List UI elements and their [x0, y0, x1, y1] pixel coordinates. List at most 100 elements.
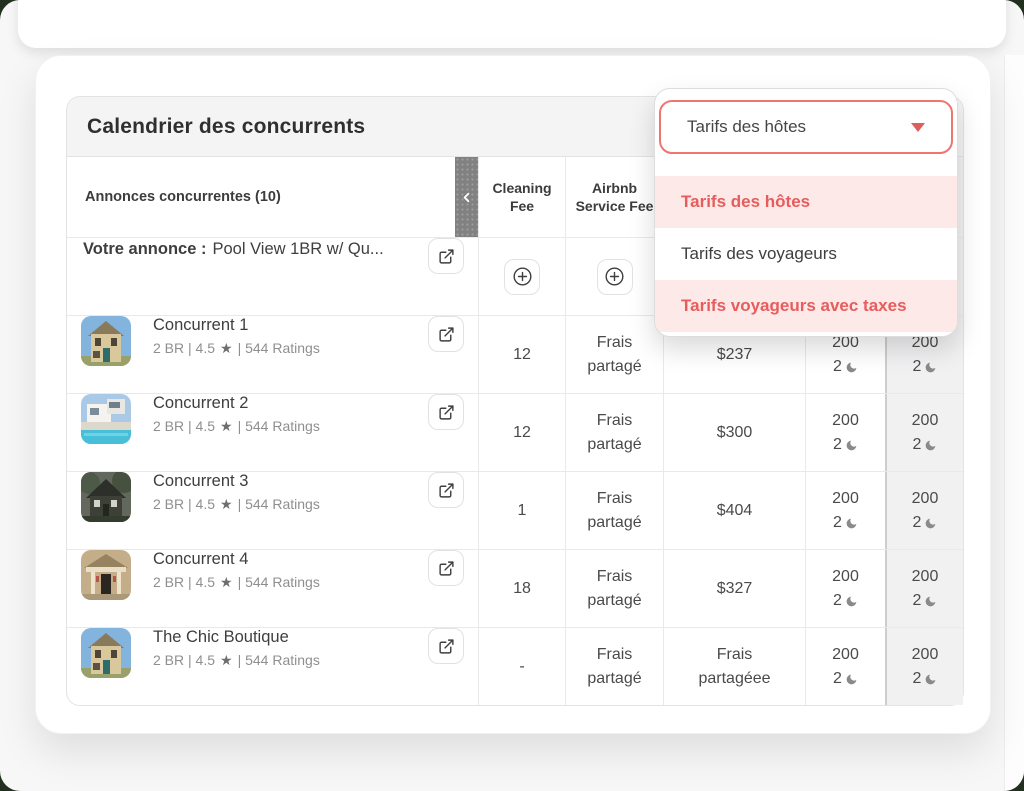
moon-icon: [924, 673, 937, 686]
your-listing-name: Pool View 1BR w/ Qu...: [212, 238, 383, 262]
service-fee-value: Frais partagé: [575, 409, 655, 455]
moon-icon: [924, 361, 937, 374]
listing-thumbnail-dark-cottage: [81, 472, 131, 522]
listing-meta: 2 BR | 4.5 ★ | 544 Ratings: [153, 416, 320, 436]
star-icon: ★: [220, 650, 233, 670]
external-link-icon: [438, 560, 455, 577]
table-row: Concurrent 4 2 BR | 4.5 ★ | 544 Ratings …: [67, 549, 963, 627]
dropdown-option-guest-rates[interactable]: Tarifs des voyageurs: [655, 228, 957, 280]
host-rate-cell: 200 2: [805, 550, 885, 627]
listing-cell: Concurrent 4 2 BR | 4.5 ★ | 544 Ratings: [67, 550, 478, 627]
price-value: $327: [663, 550, 805, 627]
listing-meta: 2 BR | 4.5 ★ | 544 Ratings: [153, 650, 320, 670]
rate-type-select-button[interactable]: Tarifs des hôtes: [659, 100, 953, 154]
right-card-edge: [1004, 55, 1024, 791]
add-service-fee-cell: [565, 238, 663, 315]
service-fee-value: Frais partagé: [575, 565, 655, 611]
add-cleaning-fee-cell: [478, 238, 565, 315]
star-icon: ★: [220, 572, 233, 592]
open-listing-button[interactable]: [428, 316, 464, 352]
external-link-icon: [438, 482, 455, 499]
external-link-icon: [438, 326, 455, 343]
open-listing-button[interactable]: [428, 472, 464, 508]
caret-down-icon: [911, 123, 925, 132]
host-rate-cell: 200 2: [805, 394, 885, 471]
star-icon: ★: [220, 338, 233, 358]
listing-thumbnail-porch: [81, 550, 131, 600]
listing-cell: The Chic Boutique 2 BR | 4.5 ★ | 544 Rat…: [67, 628, 478, 705]
plus-circle-icon: [512, 266, 533, 287]
page-title: Calendrier des concurrents: [87, 115, 365, 139]
cleaning-fee-value: 18: [478, 550, 565, 627]
your-listing-cell: Votre annonce : Pool View 1BR w/ Qu...: [67, 238, 478, 315]
price-value: $404: [663, 472, 805, 549]
total-rate-cell: 200 2: [885, 472, 963, 549]
col-header-cleaning-fee: Cleaning Fee: [478, 157, 565, 237]
top-card-edge: [18, 0, 1006, 48]
price-value: $300: [663, 394, 805, 471]
open-listing-button[interactable]: [428, 550, 464, 586]
star-icon: ★: [220, 416, 233, 436]
cleaning-fee-value: -: [478, 628, 565, 705]
service-fee-value: Frais partagé: [575, 643, 655, 689]
dropdown-option-host-rates[interactable]: Tarifs des hôtes: [655, 176, 957, 228]
host-rate-cell: 200 2: [805, 628, 885, 705]
external-link-icon: [438, 638, 455, 655]
cleaning-fee-value: 12: [478, 316, 565, 393]
cleaning-fee-value: 1: [478, 472, 565, 549]
listing-name: Concurrent 2: [153, 394, 320, 414]
listing-thumbnail-beige-house: [81, 316, 131, 366]
moon-icon: [924, 517, 937, 530]
listing-thumbnail-modern-pool: [81, 394, 131, 444]
moon-icon: [924, 439, 937, 452]
moon-icon: [845, 439, 858, 452]
rate-type-dropdown-menu: Tarifs des hôtes Tarifs des voyageurs Ta…: [655, 176, 957, 332]
moon-icon: [845, 673, 858, 686]
selected-rate-type: Tarifs des hôtes: [687, 117, 806, 137]
your-listing-label: Votre annonce :: [83, 238, 206, 262]
service-fee-value: Frais partagé: [575, 487, 655, 533]
open-your-listing-button[interactable]: [428, 238, 464, 274]
chevron-left-icon: [459, 190, 474, 205]
open-listing-button[interactable]: [428, 628, 464, 664]
dropdown-option-guest-rates-taxes[interactable]: Tarifs voyageurs avec taxes: [655, 280, 957, 332]
add-cleaning-fee-button[interactable]: [504, 259, 540, 295]
listing-name: The Chic Boutique: [153, 628, 320, 648]
listing-thumbnail-beige-house: [81, 628, 131, 678]
moon-icon: [924, 595, 937, 608]
cleaning-fee-value: 12: [478, 394, 565, 471]
external-link-icon: [438, 404, 455, 421]
price-value: Frais partagéee: [695, 643, 775, 689]
star-icon: ★: [220, 494, 233, 514]
external-link-icon: [438, 248, 455, 265]
listing-name: Concurrent 3: [153, 472, 320, 492]
host-rate-cell: 200 2: [805, 472, 885, 549]
plus-circle-icon: [604, 266, 625, 287]
listing-meta: 2 BR | 4.5 ★ | 544 Ratings: [153, 572, 320, 592]
col-header-listings: Annonces concurrentes (10): [67, 157, 478, 237]
listing-name: Concurrent 1: [153, 316, 320, 336]
screenshot-frame: Calendrier des concurrents Annonces conc…: [0, 0, 1024, 791]
listing-cell: Concurrent 3 2 BR | 4.5 ★ | 544 Ratings: [67, 472, 478, 549]
rate-type-dropdown: Tarifs des hôtes Tarifs des voyageurs Ta…: [654, 88, 958, 337]
table-row: Concurrent 3 2 BR | 4.5 ★ | 544 Ratings …: [67, 471, 963, 549]
moon-icon: [845, 361, 858, 374]
listing-cell: Concurrent 1 2 BR | 4.5 ★ | 544 Ratings: [67, 316, 478, 393]
add-service-fee-button[interactable]: [597, 259, 633, 295]
table-row: The Chic Boutique 2 BR | 4.5 ★ | 544 Rat…: [67, 627, 963, 705]
listings-header-label: Annonces concurrentes (10): [85, 188, 281, 207]
listing-meta: 2 BR | 4.5 ★ | 544 Ratings: [153, 338, 320, 358]
total-rate-cell: 200 2: [885, 628, 963, 705]
collapse-columns-button[interactable]: [455, 157, 478, 237]
col-header-service-fee: Airbnb Service Fee: [565, 157, 663, 237]
listing-cell: Concurrent 2 2 BR | 4.5 ★ | 544 Ratings: [67, 394, 478, 471]
moon-icon: [845, 517, 858, 530]
open-listing-button[interactable]: [428, 394, 464, 430]
listing-name: Concurrent 4: [153, 550, 320, 570]
total-rate-cell: 200 2: [885, 394, 963, 471]
total-rate-cell: 200 2: [885, 550, 963, 627]
moon-icon: [845, 595, 858, 608]
service-fee-value: Frais partagé: [575, 331, 655, 377]
table-row: Concurrent 2 2 BR | 4.5 ★ | 544 Ratings …: [67, 393, 963, 471]
listing-meta: 2 BR | 4.5 ★ | 544 Ratings: [153, 494, 320, 514]
